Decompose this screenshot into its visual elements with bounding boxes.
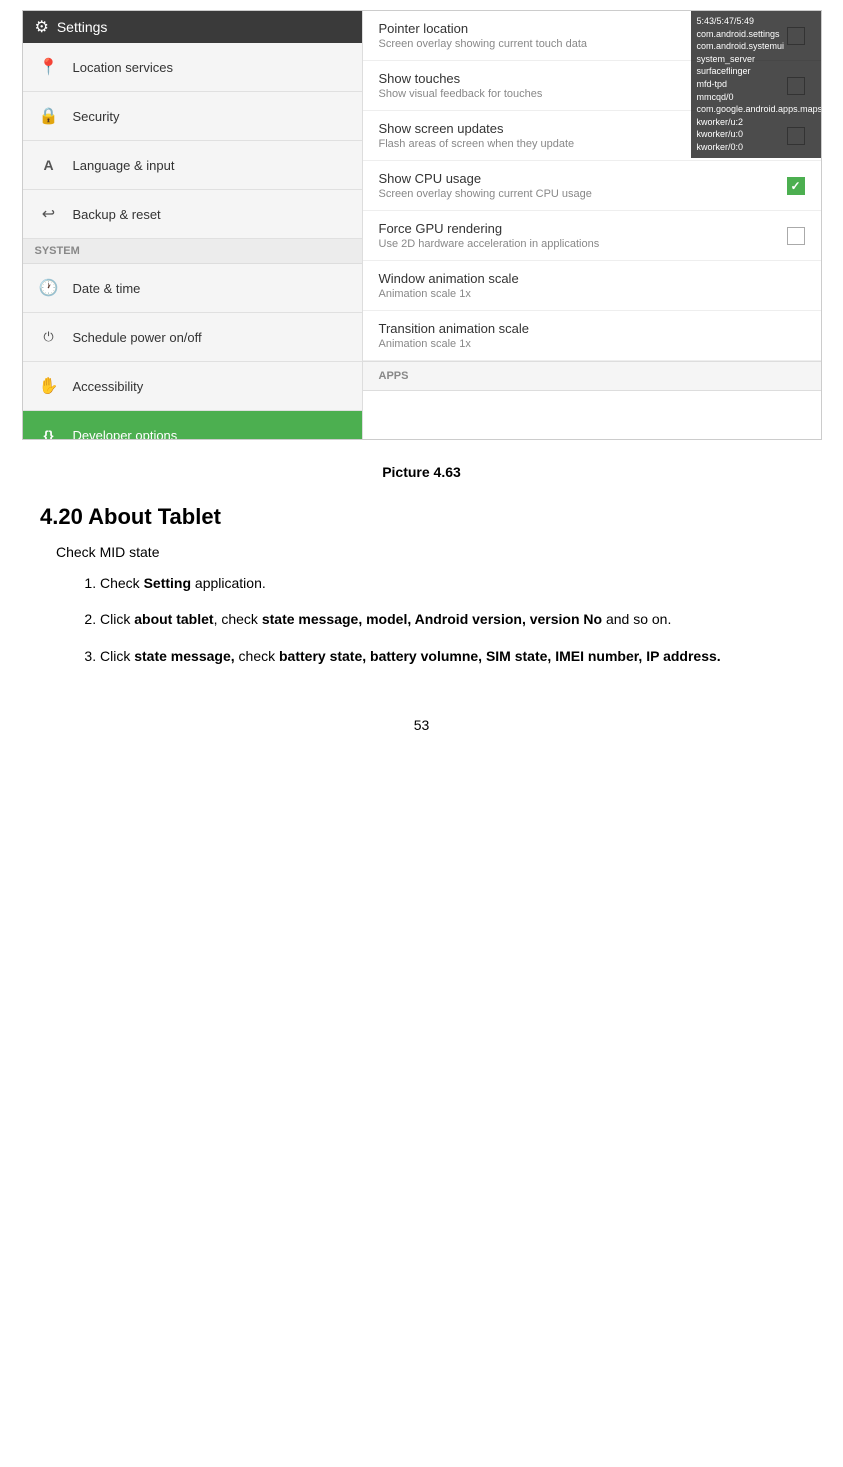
page-number: 53 [0, 701, 843, 749]
status-line-5: surfaceflinger [697, 65, 815, 78]
sidebar-label-accessibility: Accessibility [73, 379, 144, 394]
accessibility-icon: ✋ [35, 372, 63, 400]
sidebar-label-schedule: Schedule power on/off [73, 330, 202, 345]
gpu-rendering-subtitle: Use 2D hardware acceleration in applicat… [379, 238, 787, 250]
location-icon: 📍 [35, 53, 63, 81]
content-row-window-animation[interactable]: Window animation scale Animation scale 1… [363, 261, 821, 311]
apps-section-header: APPS [363, 361, 821, 391]
transition-animation-text: Transition animation scale Animation sca… [379, 321, 805, 350]
status-line-1: 5:43/5:47/5:49 [697, 15, 815, 28]
status-line-6: mfd-tpd [697, 78, 815, 91]
steps-list: Check Setting application. Click about t… [100, 572, 803, 667]
transition-animation-subtitle: Animation scale 1x [379, 338, 805, 350]
sidebar-label-datetime: Date & time [73, 281, 141, 296]
section-title: 4.20 About Tablet [40, 504, 803, 530]
status-line-8: com.google.android.apps.maps [697, 103, 815, 116]
main-content: 4.20 About Tablet Check MID state Check … [0, 488, 843, 701]
step3-bold1: state message, [134, 648, 234, 664]
cpu-usage-checkbox[interactable] [787, 177, 805, 195]
step3-bold2: battery state, battery volumne, SIM stat… [279, 648, 721, 664]
security-icon: 🔒 [35, 102, 63, 130]
sidebar-label-location: Location services [73, 60, 173, 75]
sidebar-label-backup: Backup & reset [73, 207, 161, 222]
cpu-usage-title: Show CPU usage [379, 171, 787, 186]
language-icon: A [35, 151, 63, 179]
step2-bold2: state message, model, Android version, v… [262, 611, 602, 627]
window-animation-text: Window animation scale Animation scale 1… [379, 271, 805, 300]
step-3: Click state message, check battery state… [100, 645, 803, 667]
screenshot-container: 5:43/5:47/5:49 com.android.settings com.… [0, 0, 843, 450]
status-line-7: mmcqd/0 [697, 91, 815, 104]
check-mid-text: Check MID state [56, 544, 803, 560]
window-animation-subtitle: Animation scale 1x [379, 288, 805, 300]
sidebar-label-developer: Developer options [73, 428, 178, 441]
status-line-3: com.android.systemui [697, 40, 815, 53]
developer-icon: {} [35, 421, 63, 440]
sidebar-item-security[interactable]: 🔒 Security [23, 92, 362, 141]
backup-icon: ↩ [35, 200, 63, 228]
settings-title-icon: ⚙ [35, 17, 49, 37]
caption-text: Picture 4.63 [382, 464, 461, 480]
sidebar-label-security: Security [73, 109, 120, 124]
content-row-gpu-rendering[interactable]: Force GPU rendering Use 2D hardware acce… [363, 211, 821, 261]
status-line-4: system_server [697, 53, 815, 66]
step-1: Check Setting application. [100, 572, 803, 594]
status-line-2: com.android.settings [697, 28, 815, 41]
sidebar-item-datetime[interactable]: 🕐 Date & time [23, 264, 362, 313]
datetime-icon: 🕐 [35, 274, 63, 302]
status-line-9: kworker/u:2 [697, 116, 815, 129]
sidebar-item-accessibility[interactable]: ✋ Accessibility [23, 362, 362, 411]
schedule-icon: ⏻ [35, 323, 63, 351]
content-row-cpu-usage[interactable]: Show CPU usage Screen overlay showing cu… [363, 161, 821, 211]
status-overlay: 5:43/5:47/5:49 com.android.settings com.… [691, 11, 821, 158]
gpu-rendering-title: Force GPU rendering [379, 221, 787, 236]
gpu-rendering-checkbox[interactable] [787, 227, 805, 245]
status-line-11: kworker/0:0 [697, 141, 815, 154]
sidebar-item-language[interactable]: A Language & input [23, 141, 362, 190]
cpu-usage-text: Show CPU usage Screen overlay showing cu… [379, 171, 787, 200]
transition-animation-title: Transition animation scale [379, 321, 805, 336]
sidebar-item-location[interactable]: 📍 Location services [23, 43, 362, 92]
settings-sidebar: ⚙ Settings 📍 Location services 🔒 Securit… [23, 11, 363, 439]
settings-title-bar: ⚙ Settings [23, 11, 362, 43]
sidebar-item-developer[interactable]: {} Developer options [23, 411, 362, 440]
android-screenshot: 5:43/5:47/5:49 com.android.settings com.… [22, 10, 822, 440]
system-section-header: SYSTEM [23, 239, 362, 264]
window-animation-title: Window animation scale [379, 271, 805, 286]
status-line-10: kworker/u:0 [697, 128, 815, 141]
sidebar-item-schedule[interactable]: ⏻ Schedule power on/off [23, 313, 362, 362]
step2-bold1: about tablet [134, 611, 213, 627]
sidebar-item-backup[interactable]: ↩ Backup & reset [23, 190, 362, 239]
step1-bold: Setting [144, 575, 191, 591]
content-row-transition-animation[interactable]: Transition animation scale Animation sca… [363, 311, 821, 361]
settings-title-label: Settings [57, 19, 108, 35]
step-2: Click about tablet, check state message,… [100, 608, 803, 630]
gpu-rendering-text: Force GPU rendering Use 2D hardware acce… [379, 221, 787, 250]
cpu-usage-subtitle: Screen overlay showing current CPU usage [379, 188, 787, 200]
picture-caption: Picture 4.63 [0, 450, 843, 488]
sidebar-label-language: Language & input [73, 158, 175, 173]
